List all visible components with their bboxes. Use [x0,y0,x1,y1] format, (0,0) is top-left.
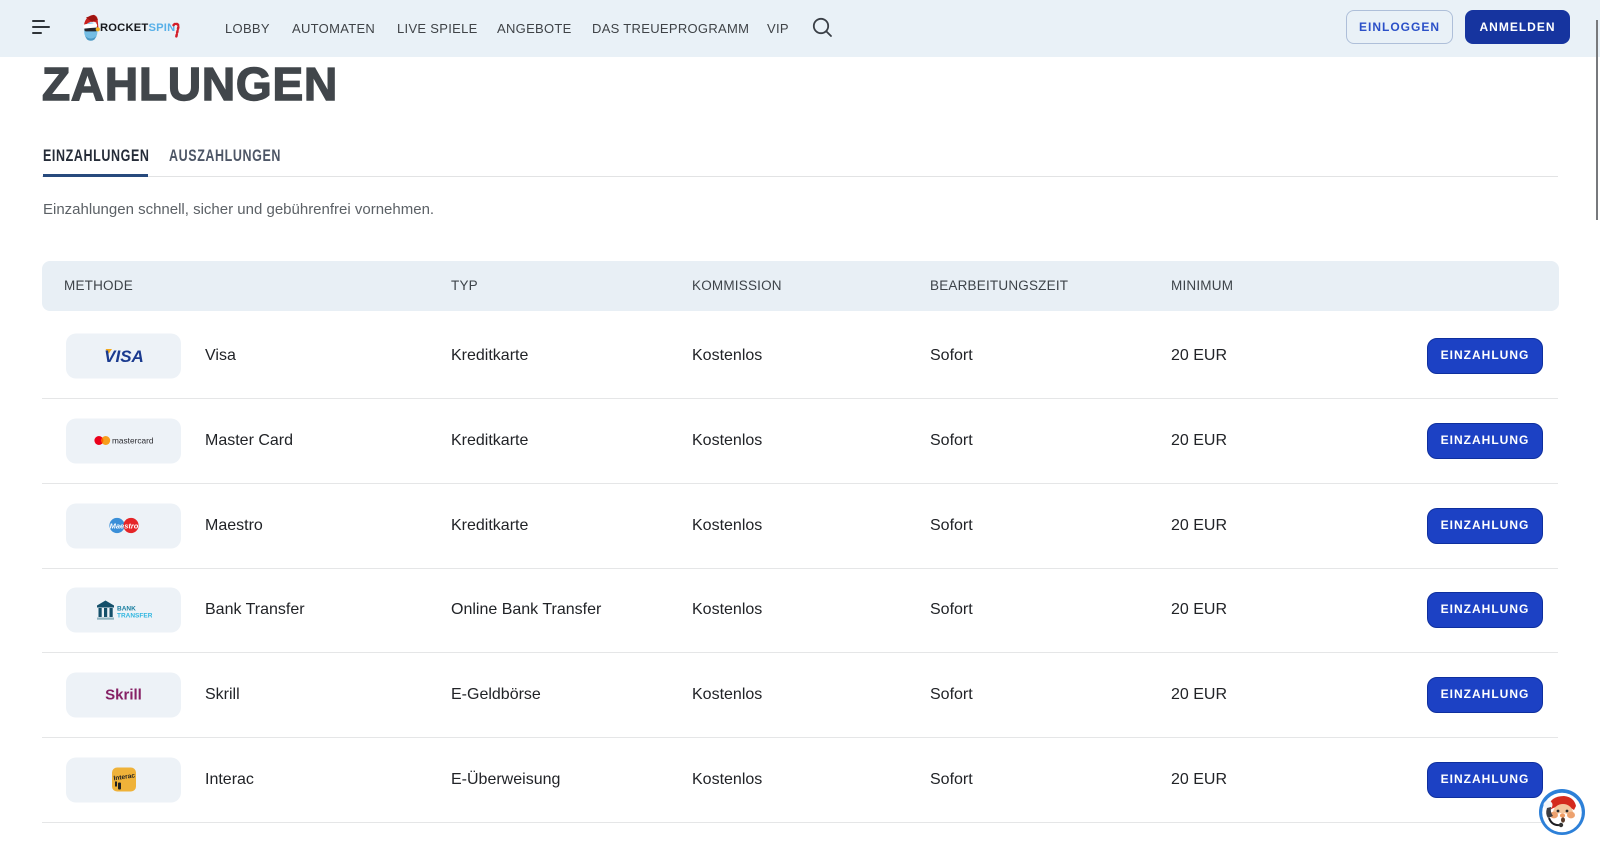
svg-text:VISA: VISA [104,347,144,365]
svg-text:Maestro: Maestro [109,522,138,531]
svg-text:mastercard: mastercard [112,436,154,446]
svg-text:TRANSFER: TRANSFER [117,612,152,619]
svg-text:BANK: BANK [117,605,136,612]
